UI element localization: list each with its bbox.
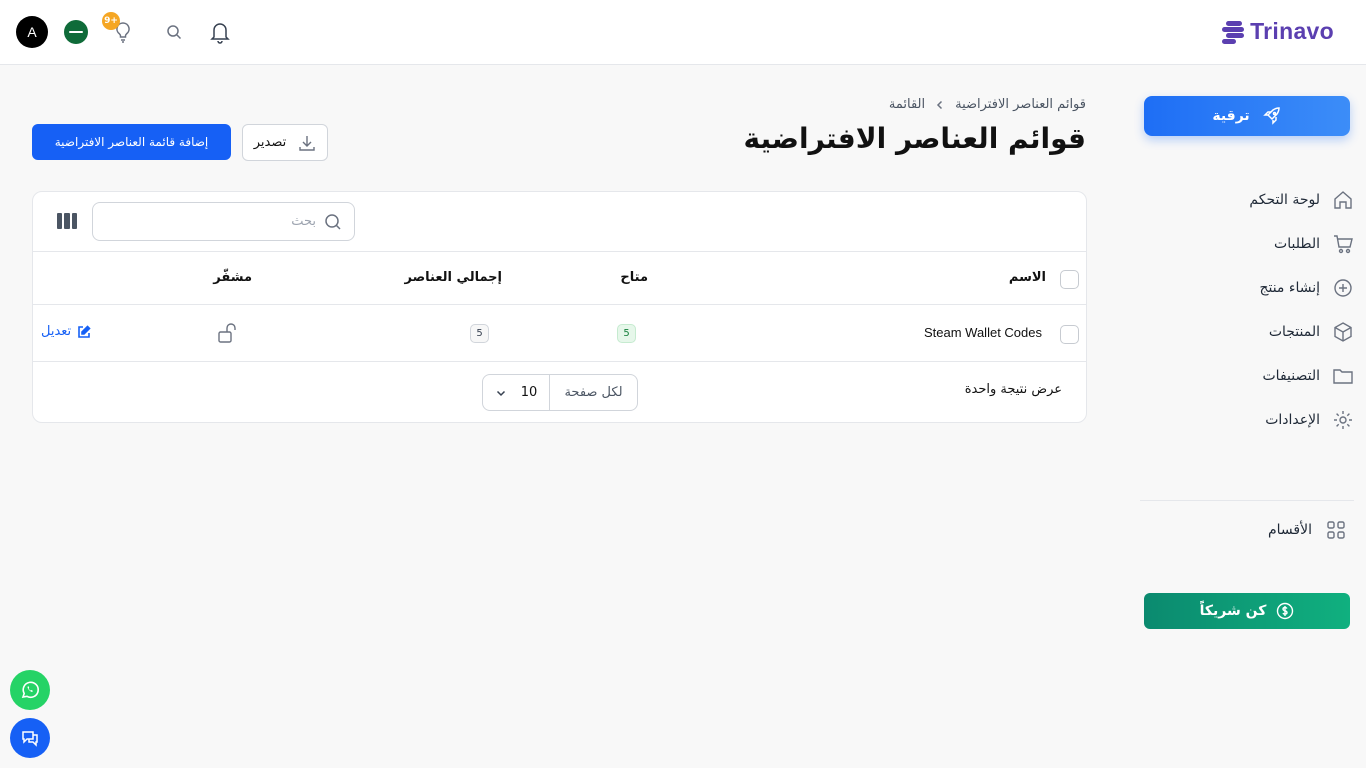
total-items-badge: 5 bbox=[470, 324, 489, 343]
sidebar-item-create-product[interactable]: إنشاء منتج bbox=[1140, 266, 1354, 310]
column-header-encrypted[interactable]: مشفّر bbox=[213, 270, 252, 285]
chevron-down-icon bbox=[496, 390, 505, 396]
sidebar-item-dashboard[interactable]: لوحة التحكم bbox=[1140, 178, 1354, 222]
sidebar-item-label: الإعدادات bbox=[1265, 412, 1320, 428]
edit-link[interactable]: تعديل bbox=[41, 324, 91, 339]
download-icon bbox=[299, 135, 315, 151]
export-button[interactable]: تصدير bbox=[242, 124, 328, 161]
gear-icon bbox=[1334, 411, 1352, 429]
sidebar-item-label: الطلبات bbox=[1274, 236, 1320, 252]
whatsapp-icon bbox=[21, 681, 40, 699]
per-page-label: لكل صفحة bbox=[564, 385, 623, 400]
box-icon bbox=[1334, 322, 1352, 342]
column-header-name[interactable]: الاسم bbox=[1009, 270, 1046, 285]
sidebar-item-label: المنتجات bbox=[1268, 324, 1320, 340]
per-page-select[interactable]: 10 لكل صفحة bbox=[482, 374, 638, 411]
logo-mark-icon bbox=[1222, 20, 1245, 44]
per-page-value[interactable]: 10 bbox=[483, 375, 550, 410]
search-input[interactable] bbox=[116, 214, 316, 229]
breadcrumb-item-current: القائمة bbox=[888, 97, 926, 112]
chat-support-button[interactable] bbox=[10, 718, 50, 758]
page-title: قوائم العناصر الافتراضية bbox=[743, 122, 1086, 155]
available-count-badge: 5 bbox=[617, 324, 636, 343]
become-partner-button[interactable]: كن شريكاً bbox=[1144, 593, 1350, 629]
sidebar-item-label: لوحة التحكم bbox=[1249, 192, 1320, 208]
sidebar-item-products[interactable]: المنتجات bbox=[1140, 310, 1354, 354]
brand-logo[interactable]: Trinavo bbox=[1222, 18, 1334, 45]
row-checkbox[interactable] bbox=[1060, 325, 1079, 344]
dollar-icon bbox=[1277, 602, 1294, 620]
column-header-total-items[interactable]: إجمالي العناصر bbox=[405, 270, 503, 285]
sidebar-item-categories[interactable]: التصنيفات bbox=[1140, 354, 1354, 398]
sidebar-item-label: التصنيفات bbox=[1262, 368, 1321, 384]
table-row: Steam Wallet Codes 5 5 تعديل bbox=[33, 305, 1086, 362]
results-count: عرض نتيجة واحدة bbox=[964, 382, 1062, 397]
notification-badge: 9+ bbox=[102, 12, 120, 30]
plus-circle-icon bbox=[1334, 279, 1352, 297]
search-icon[interactable] bbox=[166, 24, 182, 40]
sidebar-item-label: إنشاء منتج bbox=[1259, 280, 1320, 296]
chat-icon bbox=[22, 731, 38, 747]
items-lists-table-card: الاسم متاح إجمالي العناصر مشفّر Steam Wa… bbox=[32, 191, 1087, 423]
user-avatar[interactable]: A bbox=[16, 16, 48, 48]
table-header: الاسم متاح إجمالي العناصر مشفّر bbox=[33, 252, 1086, 305]
search-icon bbox=[325, 213, 341, 230]
folder-icon bbox=[1333, 369, 1353, 384]
breadcrumb-item[interactable]: قوائم العناصر الافتراضية bbox=[955, 97, 1086, 112]
table-footer: عرض نتيجة واحدة 10 لكل صفحة bbox=[33, 362, 1086, 422]
table-search[interactable] bbox=[92, 202, 355, 241]
columns-toggle-icon[interactable] bbox=[57, 213, 77, 229]
breadcrumb: قوائم العناصر الافتراضية القائمة bbox=[889, 97, 1086, 112]
whatsapp-button[interactable] bbox=[10, 670, 50, 710]
flag-icon[interactable] bbox=[64, 20, 88, 44]
top-bar: A 9+ Trinavo bbox=[0, 0, 1366, 65]
row-name: Steam Wallet Codes bbox=[923, 325, 1042, 340]
bell-icon[interactable] bbox=[209, 20, 231, 44]
sidebar-item-orders[interactable]: الطلبات bbox=[1140, 222, 1354, 266]
column-header-available[interactable]: متاح bbox=[620, 270, 648, 285]
sidebar-item-label: الأقسام bbox=[1268, 522, 1312, 538]
brand-name: Trinavo bbox=[1250, 18, 1334, 44]
table-toolbar bbox=[33, 192, 1086, 252]
grid-icon bbox=[1327, 521, 1345, 539]
upgrade-label: ترقية bbox=[1212, 108, 1250, 124]
edit-icon bbox=[78, 324, 91, 338]
unlock-icon bbox=[218, 323, 236, 343]
sidebar-nav: لوحة التحكم الطلبات إنشاء منتج المنتجات … bbox=[1140, 178, 1354, 442]
partner-label: كن شريكاً bbox=[1199, 603, 1267, 619]
per-page-number: 10 bbox=[520, 385, 538, 400]
sidebar-item-settings[interactable]: الإعدادات bbox=[1140, 398, 1354, 442]
rocket-icon bbox=[1262, 107, 1280, 125]
select-all-checkbox[interactable] bbox=[1060, 270, 1079, 289]
sidebar-item-sections[interactable]: الأقسام bbox=[1268, 518, 1346, 542]
cart-icon bbox=[1334, 235, 1353, 254]
chevron-left-icon bbox=[937, 100, 943, 109]
export-label: تصدير bbox=[253, 135, 287, 150]
upgrade-button[interactable]: ترقية bbox=[1144, 96, 1350, 136]
sidebar-divider bbox=[1140, 500, 1354, 501]
add-default-items-list-button[interactable]: إضافة قائمة العناصر الافتراضية bbox=[32, 124, 231, 160]
edit-label: تعديل bbox=[41, 324, 72, 339]
home-icon bbox=[1334, 191, 1352, 209]
